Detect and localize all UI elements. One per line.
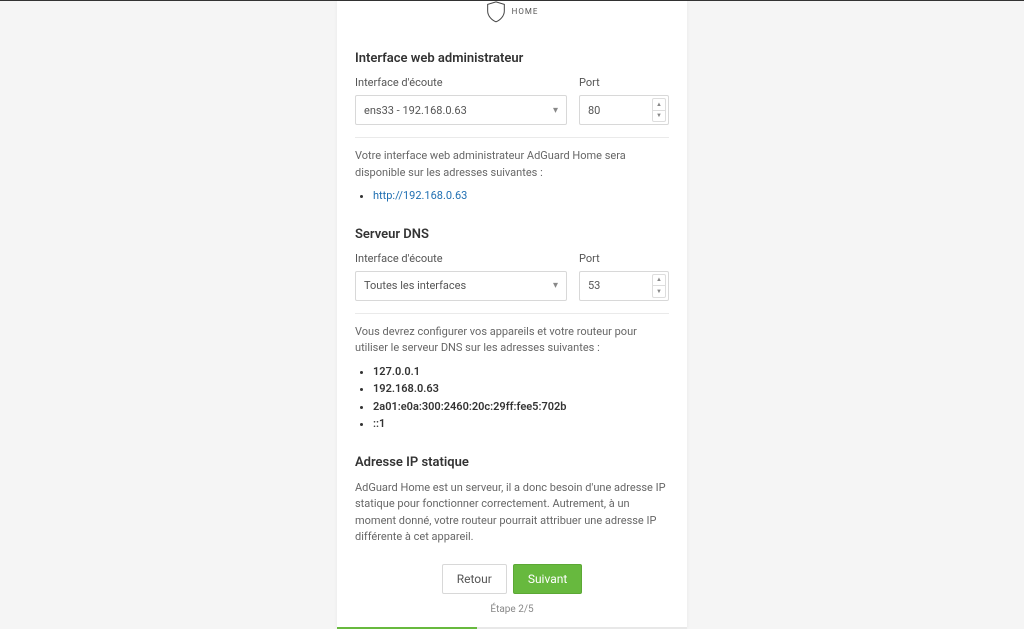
number-spinner[interactable]: ▲ ▼: [652, 274, 666, 298]
shield-icon: [486, 1, 506, 23]
web-address-list: http://192.168.0.63: [355, 187, 669, 205]
next-button[interactable]: Suivant: [513, 564, 582, 594]
divider: [355, 313, 669, 314]
dns-interface-select[interactable]: Toutes les interfaces ▾: [355, 271, 567, 301]
spinner-down-icon[interactable]: ▼: [653, 111, 665, 122]
web-interface-select[interactable]: ens33 - 192.168.0.63 ▾: [355, 95, 567, 125]
back-button[interactable]: Retour: [442, 564, 507, 594]
spinner-down-icon[interactable]: ▼: [653, 286, 665, 297]
web-interface-label: Interface d'écoute: [355, 76, 567, 89]
list-item: 2a01:e0a:300:2460:20c:29ff:fee5:702b: [373, 398, 669, 416]
chevron-down-icon: ▾: [553, 280, 558, 291]
dns-section-title: Serveur DNS: [355, 227, 669, 242]
logo-text: HOME: [512, 8, 539, 17]
web-interface-value: ens33 - 192.168.0.63: [364, 104, 467, 117]
list-item: ::1: [373, 415, 669, 433]
number-spinner[interactable]: ▲ ▼: [652, 98, 666, 122]
web-port-input[interactable]: 80 ▲ ▼: [579, 95, 669, 125]
chevron-down-icon: ▾: [553, 105, 558, 116]
spinner-up-icon[interactable]: ▲: [653, 99, 665, 111]
logo-area: HOME: [355, 1, 669, 41]
dns-port-label: Port: [579, 252, 669, 265]
static-ip-desc: AdGuard Home est un serveur, il a donc b…: [355, 480, 669, 546]
list-item: 127.0.0.1: [373, 363, 669, 381]
step-indicator: Étape 2/5: [355, 604, 669, 615]
web-port-label: Port: [579, 76, 669, 89]
dns-interface-value: Toutes les interfaces: [364, 279, 466, 292]
button-row: Retour Suivant: [355, 564, 669, 594]
static-ip-title: Adresse IP statique: [355, 455, 669, 470]
dns-port-value: 53: [588, 279, 600, 292]
dns-desc: Vous devrez configurer vos appareils et …: [355, 324, 669, 357]
web-desc: Votre interface web administrateur AdGua…: [355, 148, 669, 181]
list-item: 192.168.0.63: [373, 380, 669, 398]
divider: [355, 137, 669, 138]
setup-card: HOME Interface web administrateur Interf…: [337, 1, 687, 629]
spinner-up-icon[interactable]: ▲: [653, 275, 665, 287]
address-link[interactable]: http://192.168.0.63: [373, 189, 467, 202]
web-port-value: 80: [588, 104, 600, 117]
list-item: http://192.168.0.63: [373, 187, 669, 205]
dns-address-list: 127.0.0.1192.168.0.632a01:e0a:300:2460:2…: [355, 363, 669, 433]
web-section-title: Interface web administrateur: [355, 51, 669, 66]
dns-port-input[interactable]: 53 ▲ ▼: [579, 271, 669, 301]
dns-interface-label: Interface d'écoute: [355, 252, 567, 265]
